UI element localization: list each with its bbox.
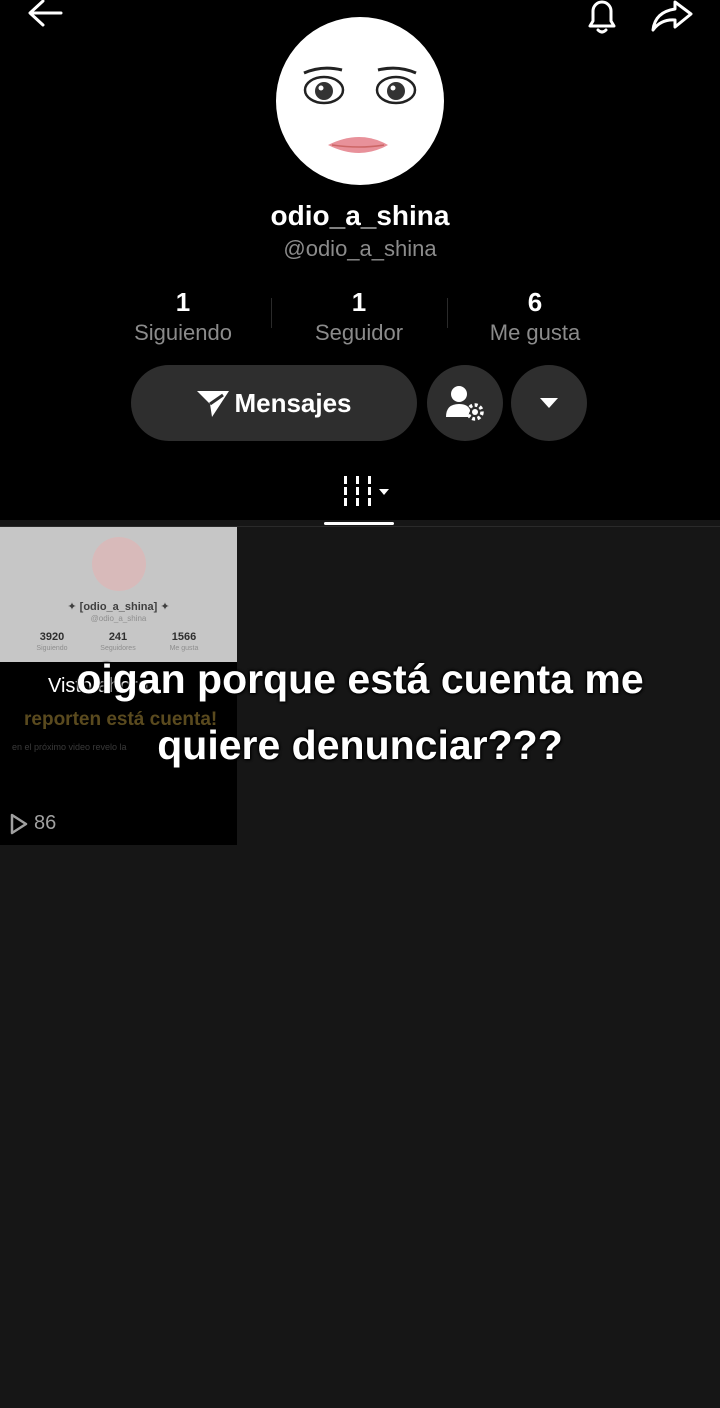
- user-settings-icon: [444, 383, 486, 423]
- stat-followers[interactable]: 1 Seguidor: [271, 286, 447, 348]
- avatar[interactable]: [276, 17, 444, 185]
- back-arrow-icon[interactable]: [22, 0, 68, 30]
- stat-likes[interactable]: 6 Me gusta: [447, 286, 623, 348]
- display-name: odio_a_shina: [270, 200, 450, 231]
- thumbnail-name: ✦ [odio_a_shina] ✦: [67, 601, 170, 613]
- thumbnail-avatar: [92, 537, 146, 591]
- overlay-caption: oigan porque está cuenta me quiere denun…: [0, 646, 720, 778]
- share-icon[interactable]: [648, 0, 694, 34]
- view-count-number: 86: [34, 812, 57, 834]
- messages-button[interactable]: Mensajes: [131, 365, 417, 441]
- overlay-caption-line2: quiere denunciar???: [157, 722, 563, 768]
- face-image: [303, 66, 417, 153]
- stat-following[interactable]: 1 Siguiendo: [95, 286, 271, 348]
- stat-value: 1: [175, 287, 191, 317]
- view-count: 86: [10, 812, 56, 835]
- user-settings-button[interactable]: [427, 365, 503, 441]
- username-handle: @odio_a_shina: [283, 236, 437, 261]
- more-options-button[interactable]: [511, 365, 587, 441]
- stat-label: Siguiendo: [134, 320, 232, 345]
- overlay-caption-line1: oigan porque está cuenta me: [76, 656, 644, 702]
- stat-label: Seguidor: [314, 320, 404, 345]
- grid-icon: [336, 474, 392, 510]
- thumbnail-screenshot: ✦ [odio_a_shina] ✦ @odio_a_shina 3920 24…: [0, 527, 237, 662]
- send-icon: [196, 388, 230, 418]
- tab-videos[interactable]: [334, 474, 394, 510]
- play-icon: [10, 813, 28, 835]
- messages-label: Mensajes: [234, 387, 352, 418]
- stat-value: 1: [351, 287, 367, 317]
- thumbnail-stat: 241: [108, 631, 128, 643]
- stat-value: 6: [527, 287, 543, 317]
- dropdown-icon: [539, 397, 559, 409]
- bell-icon[interactable]: [580, 0, 624, 34]
- stat-label: Me gusta: [489, 320, 581, 345]
- thumbnail-handle: @odio_a_shina: [90, 614, 147, 623]
- thumbnail-stat: 3920: [39, 631, 65, 643]
- tab-indicator: [324, 522, 394, 525]
- thumbnail-stat: 1566: [171, 631, 197, 643]
